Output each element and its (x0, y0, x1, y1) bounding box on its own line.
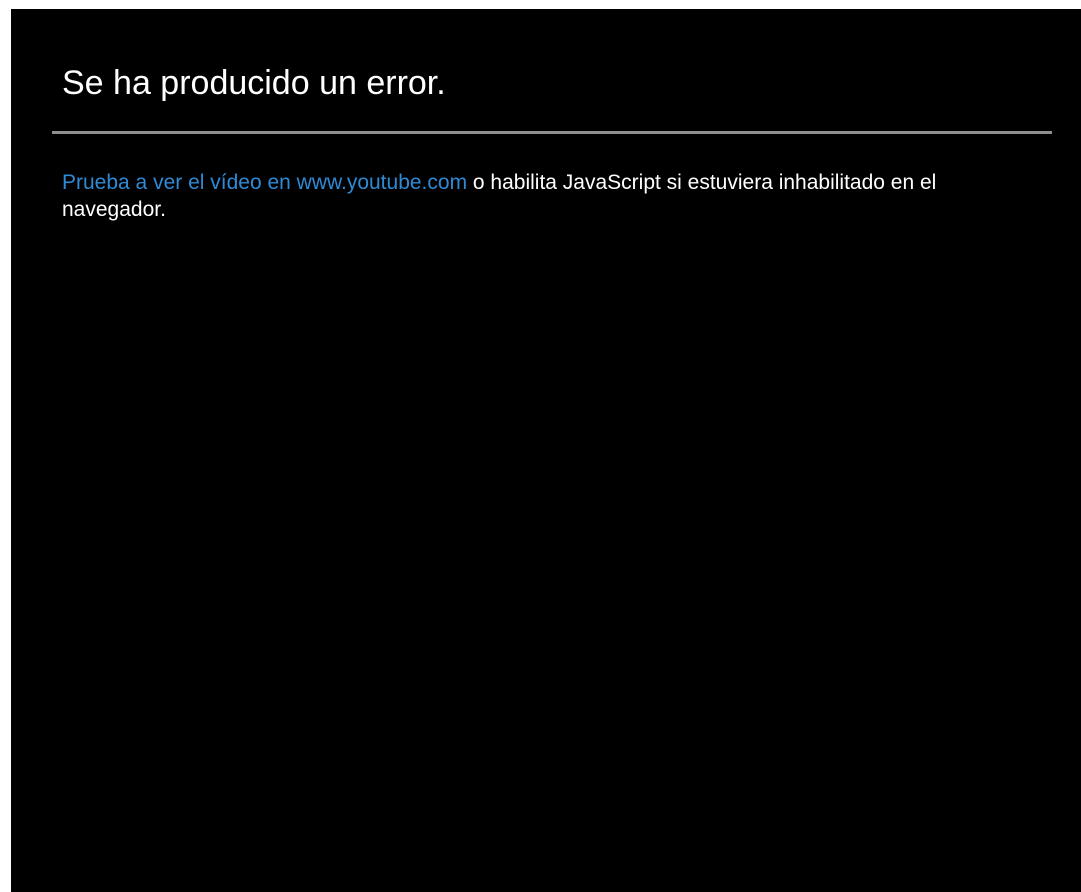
error-message: Prueba a ver el vídeo en www.youtube.com… (62, 169, 982, 223)
divider (52, 131, 1052, 134)
error-title: Se ha producido un error. (62, 64, 446, 102)
video-player-error-screen: Se ha producido un error. Prueba a ver e… (11, 9, 1081, 892)
watch-on-youtube-link[interactable]: Prueba a ver el vídeo en www.youtube.com (62, 171, 467, 194)
